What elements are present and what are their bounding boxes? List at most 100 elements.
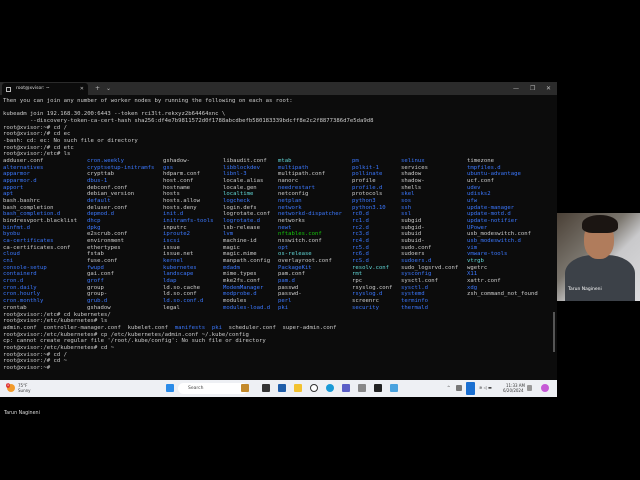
ls-entry: bash_completion.d — [3, 211, 61, 218]
ls-entry: gss — [163, 164, 174, 171]
ls-entry: subuid — [401, 231, 422, 238]
terminal-window[interactable]: root@xvisor: ~ ✕ + ⌄ — ❐ ✕ Then you can … — [0, 82, 557, 380]
ls-entry: sysctl.d — [401, 284, 428, 291]
minimize-button[interactable]: — — [513, 82, 519, 95]
ls-entry: rc3.d — [352, 231, 369, 238]
ls-entry: subgid- — [401, 224, 425, 231]
title-bar: root@xvisor: ~ ✕ + ⌄ — ❐ ✕ — [0, 82, 557, 95]
terminal-output[interactable]: Then you can join any number of worker n… — [3, 98, 555, 372]
copilot-icon[interactable] — [541, 384, 549, 392]
notification-icon[interactable] — [527, 385, 532, 391]
ls-row: ca-certificates.conf ethertypes issue magic… — [3, 245, 555, 252]
ls-entry: hostname — [163, 184, 190, 191]
ls-entry: locale.gen — [223, 184, 257, 191]
participant-name: Tarun Nagineni — [568, 287, 602, 292]
ls-entry: issue.net — [163, 251, 194, 258]
ls-entry: pollinate — [352, 171, 383, 178]
ls-entry: ssl — [401, 211, 412, 218]
ls-entry: ca-certificates — [3, 238, 54, 245]
app-icon[interactable] — [358, 384, 366, 392]
edge-icon[interactable] — [326, 384, 334, 392]
chevron-up-icon[interactable]: ^ — [447, 385, 450, 390]
terminal-icon — [6, 86, 11, 92]
file-explorer-icon[interactable] — [294, 384, 302, 392]
ls-entry: logcheck — [223, 198, 250, 205]
store-icon[interactable] — [278, 384, 286, 392]
ls-entry: xdg — [467, 284, 478, 291]
ls-entry: init.d — [163, 211, 184, 218]
ls-entry: profile — [352, 178, 376, 185]
dell-icon[interactable] — [310, 384, 318, 392]
ls-entry: ld.so.conf — [163, 291, 197, 298]
terminal-taskbar-icon[interactable] — [374, 384, 382, 392]
ls-entry: skel — [401, 191, 415, 198]
clock-date[interactable]: 6/20/2024 — [503, 388, 524, 393]
tab-dropdown-button[interactable]: ⌄ — [106, 82, 111, 95]
ls-entry: sysconfig — [401, 271, 432, 278]
ls-entry: lvm — [223, 231, 234, 238]
microphone-icon[interactable] — [466, 382, 475, 395]
ls-entry: apparmor.d — [3, 178, 37, 185]
ls-entry: ucf.conf — [467, 178, 494, 185]
ls-entry: initramfs-tools — [163, 218, 214, 225]
ls-entry: update-motd.d — [467, 211, 511, 218]
ls-entry: opt — [278, 244, 289, 251]
ls-row: binfmt.d dpkg inputrc lsb-release newt rc2.d s… — [3, 225, 555, 232]
ls-entry: depmod.d — [87, 211, 114, 218]
ls-entry: polkit-1 — [352, 164, 379, 171]
ls-entry: cloud — [3, 251, 20, 258]
ls-entry: cron.monthly — [3, 298, 44, 305]
start-icon[interactable] — [166, 384, 174, 392]
ls-entry: rc6.d — [352, 251, 369, 258]
ls-entry: nsswitch.conf — [278, 238, 322, 245]
ls-entry: timezone — [467, 158, 494, 165]
maximize-button[interactable]: ❐ — [530, 82, 535, 95]
ls-entry: ca-certificates.conf — [3, 244, 71, 251]
ls-entry: cron.hourly — [3, 291, 41, 298]
terminal-text: root@xvisor:/etc/kubernetes# ls — [3, 318, 108, 325]
tray-icon[interactable] — [456, 385, 462, 391]
new-tab-button[interactable]: + — [95, 82, 100, 95]
ls-entry: overlayroot.conf — [278, 258, 332, 265]
briefcase-icon[interactable] — [241, 384, 249, 392]
ls-entry: vmware-tools — [467, 251, 508, 258]
ls-entry: fuse.conf — [87, 258, 118, 265]
tab-root-xvisor[interactable]: root@xvisor: ~ ✕ — [2, 83, 88, 95]
close-button[interactable]: ✕ — [546, 82, 551, 95]
ls-row: apt debian_version hosts localtime netconfig… — [3, 191, 555, 198]
device-icon[interactable] — [390, 384, 398, 392]
ls-entry: magic.mime — [223, 251, 257, 258]
terminal-line: root@xvisor:/# cd etc — [3, 144, 74, 151]
ls-row: bash_completion deluser.conf hosts.deny log… — [3, 205, 555, 212]
terminal-line: root@xvisor:/etc/kubernetes# cp /etc/kub… — [3, 332, 555, 339]
tab-close-icon[interactable]: ✕ — [80, 83, 84, 95]
weather-badge: 1 — [6, 383, 10, 388]
terminal-text: manifests — [174, 324, 206, 331]
terminal-line: root@xvisor:~# cd / — [3, 352, 555, 359]
ls-entry: usb_modeswitch.conf — [467, 231, 531, 238]
ls-entry: passwd — [278, 284, 299, 291]
ls-entry: logrotate.d — [223, 218, 261, 225]
ls-entry: thermald — [401, 304, 428, 311]
ls-entry: nanorc — [278, 178, 299, 185]
ls-entry: sudoers.d — [401, 258, 432, 265]
ls-entry: needrestart — [278, 184, 316, 191]
taskbar: 1 75°F Sunny Search ^ ≋ ◁ ▬ 11:33 AM 6/2… — [0, 380, 557, 397]
ls-entry: rc5.d — [352, 244, 369, 251]
ls-entry: host.conf — [163, 178, 194, 185]
task-view-icon[interactable] — [262, 384, 270, 392]
wifi-sound-battery-icons[interactable]: ≋ ◁ ▬ — [479, 385, 492, 390]
ls-entry: resolv.conf — [352, 264, 390, 271]
scrollbar[interactable] — [553, 312, 555, 352]
search-box[interactable]: Search — [178, 383, 248, 394]
ls-row: apport debconf.conf hostname locale.gen need… — [3, 185, 555, 192]
ls-entry: grub.d — [87, 298, 108, 305]
ls-entry: kubernetes — [163, 264, 197, 271]
ls-entry: multipath — [278, 164, 309, 171]
ls-row: alternatives cryptsetup-initramfs gss libbl… — [3, 165, 555, 172]
ls-entry: pm — [352, 158, 359, 165]
ls-row: ca-certificates environment iscsi machine-i… — [3, 238, 555, 245]
ls-entry: rc2.d — [352, 224, 369, 231]
teams-icon[interactable] — [342, 384, 350, 392]
ls-row: adduser.conf cron.weekly gshadow-libaudit.… — [3, 158, 555, 165]
